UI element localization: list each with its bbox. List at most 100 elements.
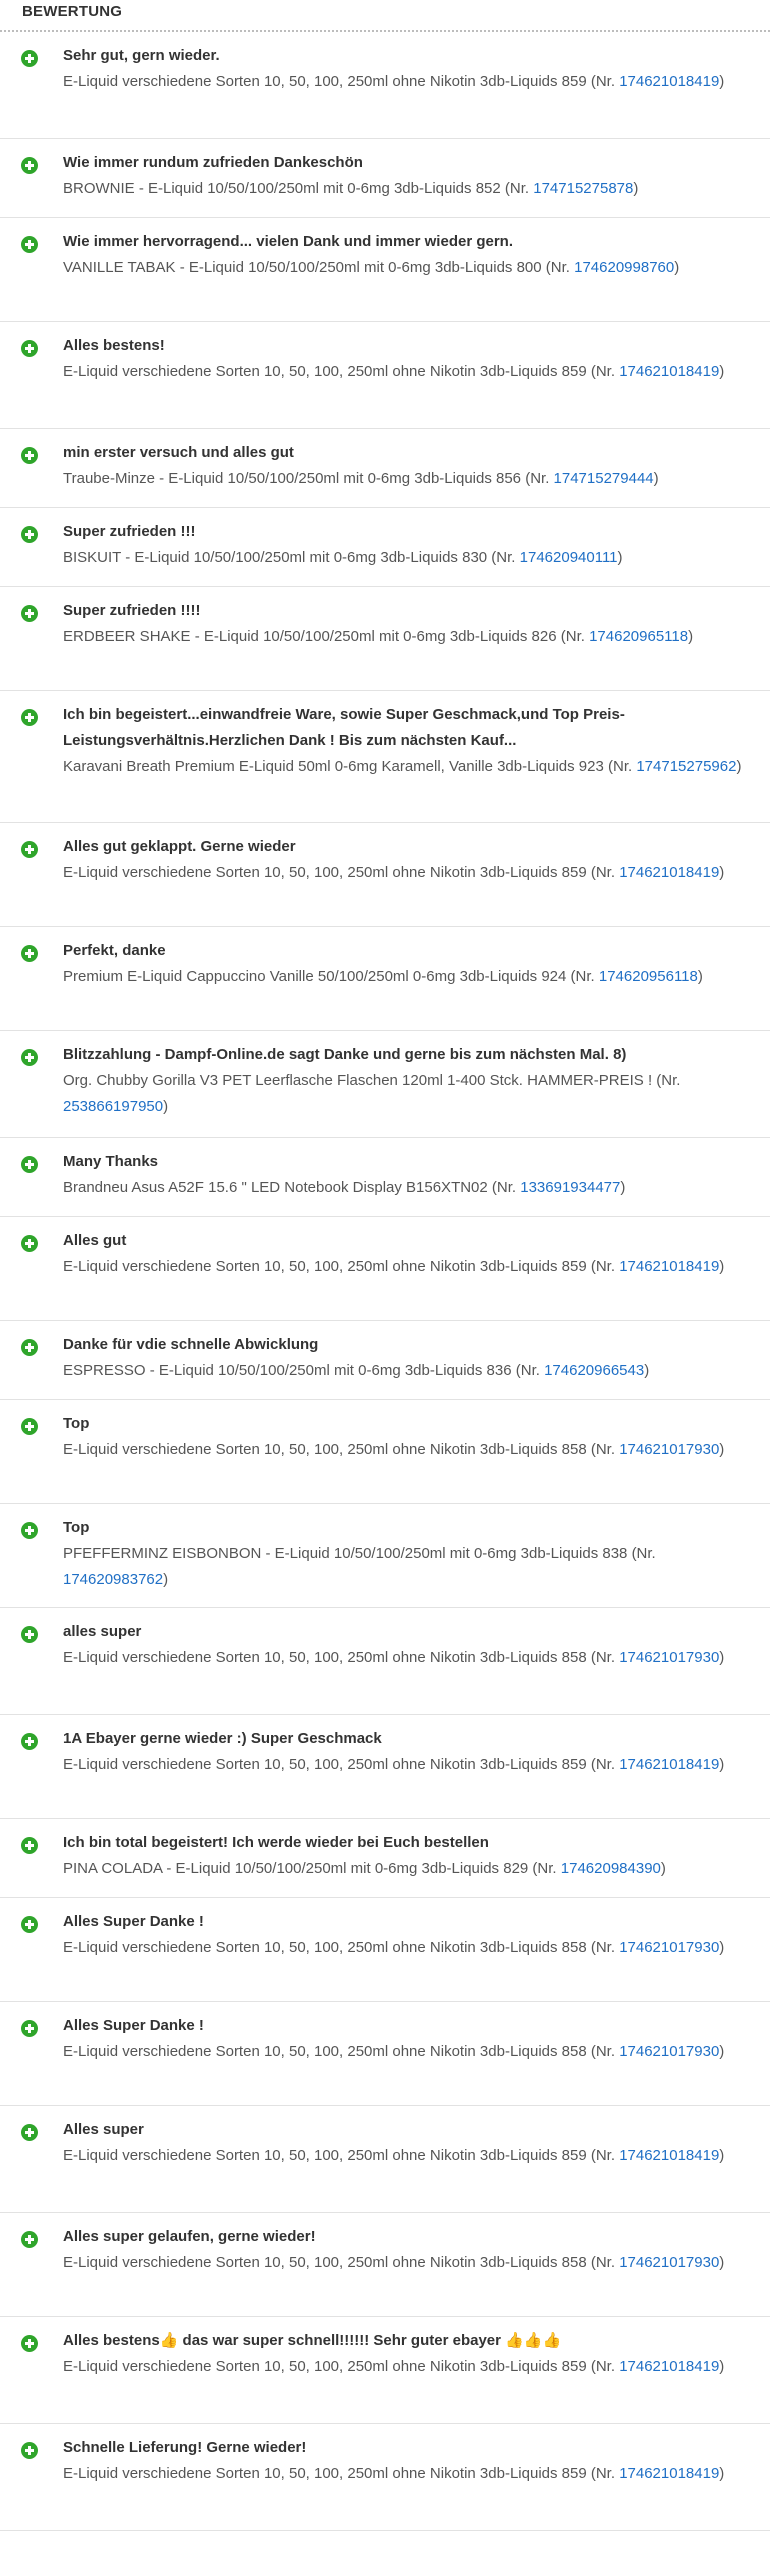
item-number-link[interactable]: 174621017930	[619, 2254, 719, 2271]
product-title: Premium E-Liquid Cappuccino Vanille 50/1…	[63, 968, 595, 985]
feedback-comment: Wie immer hervorragend... vielen Dank un…	[63, 233, 513, 250]
feedback-comment: Top	[63, 1415, 90, 1432]
item-number-link[interactable]: 133691934477	[520, 1179, 620, 1196]
product-close-paren: )	[688, 628, 694, 645]
item-number-link[interactable]: 174621018419	[619, 1756, 719, 1773]
feedback-content: Alles super E-Liquid verschiedene Sorten …	[63, 2117, 756, 2169]
item-number-link[interactable]: 174621018419	[619, 73, 719, 90]
feedback-product: Traube-Minze - E-Liquid 10/50/100/250ml …	[63, 466, 756, 492]
product-close-paren: )	[719, 2147, 725, 2164]
feedback-product: E-Liquid verschiedene Sorten 10, 50, 100…	[63, 2039, 756, 2065]
feedback-content: Schnelle Lieferung! Gerne wieder! E-Liqui…	[63, 2435, 756, 2487]
feedback-content: Top E-Liquid verschiedene Sorten 10, 50, …	[63, 1411, 756, 1463]
item-number-link[interactable]: 174620956118	[599, 968, 698, 985]
product-title: ESPRESSO - E-Liquid 10/50/100/250ml mit …	[63, 1362, 540, 1379]
feedback-content: Alles gut E-Liquid verschiedene Sorten 10…	[63, 1228, 756, 1280]
feedback-row: Super zufrieden !!!! ERDBEER SHAKE - E-Li…	[0, 587, 770, 691]
product-close-paren: )	[719, 2358, 725, 2375]
item-number-link[interactable]: 174620966543	[544, 1362, 644, 1379]
positive-rating-icon	[21, 1522, 38, 1539]
item-number-link[interactable]: 174621018419	[619, 2147, 719, 2164]
product-close-paren: )	[736, 758, 742, 775]
feedback-comment: Alles super gelaufen, gerne wieder!	[63, 2228, 316, 2245]
feedback-content: Alles super gelaufen, gerne wieder! E-Liq…	[63, 2224, 756, 2276]
item-number-link[interactable]: 174621018419	[619, 1258, 719, 1275]
product-title: BROWNIE - E-Liquid 10/50/100/250ml mit 0…	[63, 180, 530, 197]
feedback-product: E-Liquid verschiedene Sorten 10, 50, 100…	[63, 1935, 756, 1961]
feedback-row: Blitzzahlung - Dampf-Online.de sagt Dank…	[0, 1031, 770, 1138]
product-title: E-Liquid verschiedene Sorten 10, 50, 100…	[63, 2254, 616, 2271]
positive-rating-icon	[21, 1626, 38, 1643]
feedback-product: E-Liquid verschiedene Sorten 10, 50, 100…	[63, 1752, 756, 1778]
product-close-paren: )	[719, 73, 725, 90]
positive-rating-icon	[21, 605, 38, 622]
feedback-content: Many Thanks Brandneu Asus A52F 15.6 " LED…	[63, 1149, 756, 1201]
product-close-paren: )	[617, 549, 623, 566]
feedback-comment: min erster versuch und alles gut	[63, 444, 294, 461]
feedback-product: VANILLE TABAK - E-Liquid 10/50/100/250ml…	[63, 255, 756, 281]
feedback-product: E-Liquid verschiedene Sorten 10, 50, 100…	[63, 2143, 756, 2169]
product-close-paren: )	[697, 968, 703, 985]
feedback-product: ERDBEER SHAKE - E-Liquid 10/50/100/250ml…	[63, 624, 756, 650]
feedback-comment: Alles bestens!	[63, 337, 165, 354]
positive-rating-icon	[21, 1837, 38, 1854]
feedback-comment: Many Thanks	[63, 1153, 159, 1170]
item-number-link[interactable]: 174620983762	[63, 1571, 163, 1588]
feedback-comment: Wie immer rundum zufrieden Dankeschön	[63, 154, 363, 171]
product-close-paren: )	[719, 2043, 725, 2060]
feedback-comment: Alles Super Danke !	[63, 1913, 204, 1930]
feedback-product: PINA COLADA - E-Liquid 10/50/100/250ml m…	[63, 1856, 756, 1882]
feedback-comment: Alles Super Danke !	[63, 2017, 204, 2034]
item-number-link[interactable]: 174621018419	[619, 2465, 719, 2482]
product-close-paren: )	[633, 180, 639, 197]
item-number-link[interactable]: 253866197950	[63, 1098, 163, 1115]
product-close-paren: )	[719, 1258, 725, 1275]
feedback-product: Karavani Breath Premium E-Liquid 50ml 0-…	[63, 754, 756, 780]
feedback-comment: Super zufrieden !!!!	[63, 602, 201, 619]
feedback-comment: Alles bestens👍 das war super schnell!!!!…	[63, 2332, 562, 2349]
positive-rating-icon	[21, 526, 38, 543]
item-number-link[interactable]: 174620965118	[589, 628, 688, 645]
item-number-link[interactable]: 174621018419	[619, 363, 719, 380]
feedback-row: Ich bin begeistert...einwandfreie Ware, …	[0, 691, 770, 823]
item-number-link[interactable]: 174715279444	[554, 470, 654, 487]
feedback-row: Alles Super Danke ! E-Liquid verschiedene…	[0, 2002, 770, 2106]
feedback-content: Wie immer hervorragend... vielen Dank un…	[63, 229, 756, 281]
feedback-row: Perfekt, danke Premium E-Liquid Cappuccin…	[0, 927, 770, 1031]
feedback-content: Alles bestens👍 das war super schnell!!!!…	[63, 2328, 756, 2380]
positive-rating-icon	[21, 1916, 38, 1933]
feedback-product: E-Liquid verschiedene Sorten 10, 50, 100…	[63, 2250, 756, 2276]
feedback-comment: Schnelle Lieferung! Gerne wieder!	[63, 2439, 307, 2456]
feedback-row: Alles Super Danke ! E-Liquid verschiedene…	[0, 1898, 770, 2002]
product-close-paren: )	[719, 1939, 725, 1956]
feedback-comment: Top	[63, 1519, 90, 1536]
item-number-link[interactable]: 174620984390	[561, 1860, 661, 1877]
feedback-comment: Sehr gut, gern wieder.	[63, 47, 220, 64]
item-number-link[interactable]: 174621018419	[619, 2358, 719, 2375]
product-title: E-Liquid verschiedene Sorten 10, 50, 100…	[63, 1756, 616, 1773]
feedback-content: Super zufrieden !!!! ERDBEER SHAKE - E-Li…	[63, 598, 756, 650]
product-title: Org. Chubby Gorilla V3 PET Leerflasche F…	[63, 1072, 681, 1089]
feedback-row: Many Thanks Brandneu Asus A52F 15.6 " LED…	[0, 1138, 770, 1217]
product-close-paren: )	[719, 864, 725, 881]
positive-rating-icon	[21, 447, 38, 464]
feedback-row: Sehr gut, gern wieder. E-Liquid verschied…	[0, 32, 770, 139]
product-title: ERDBEER SHAKE - E-Liquid 10/50/100/250ml…	[63, 628, 585, 645]
positive-rating-icon	[21, 157, 38, 174]
item-number-link[interactable]: 174621018419	[619, 864, 719, 881]
item-number-link[interactable]: 174715275962	[636, 758, 736, 775]
item-number-link[interactable]: 174621017930	[619, 1649, 719, 1666]
feedback-comment: Alles super	[63, 2121, 144, 2138]
product-close-paren: )	[674, 259, 680, 276]
item-number-link[interactable]: 174621017930	[619, 2043, 719, 2060]
item-number-link[interactable]: 174620998760	[574, 259, 674, 276]
feedback-list: Sehr gut, gern wieder. E-Liquid verschied…	[0, 32, 770, 2531]
feedback-comment: 1A Ebayer gerne wieder :) Super Geschmac…	[63, 1730, 382, 1747]
feedback-row: Top PFEFFERMINZ EISBONBON - E-Liquid 10/5…	[0, 1504, 770, 1608]
item-number-link[interactable]: 174715275878	[533, 180, 633, 197]
product-title: BISKUIT - E-Liquid 10/50/100/250ml mit 0…	[63, 549, 516, 566]
item-number-link[interactable]: 174621017930	[619, 1441, 719, 1458]
feedback-content: min erster versuch und alles gut Traube-M…	[63, 440, 756, 492]
item-number-link[interactable]: 174620940111	[520, 549, 618, 566]
item-number-link[interactable]: 174621017930	[619, 1939, 719, 1956]
